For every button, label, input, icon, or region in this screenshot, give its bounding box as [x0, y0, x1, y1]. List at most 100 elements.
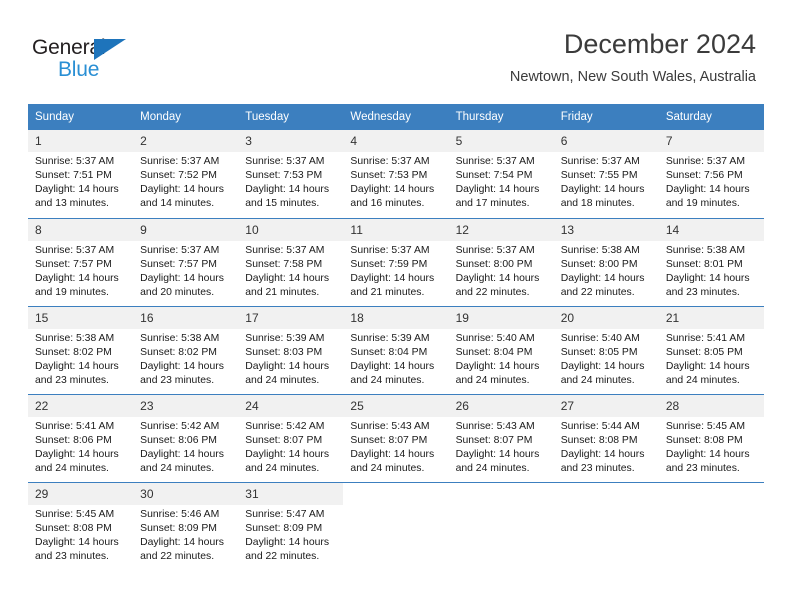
calendar-week-row: 15 Sunrise: 5:38 AM Sunset: 8:02 PM Dayligh… [28, 305, 764, 394]
calendar-day-cell[interactable]: 30 Sunrise: 5:46 AM Sunset: 8:09 PM Dayligh… [133, 481, 239, 570]
daylight-text-line1: Daylight: 14 hours [665, 184, 750, 196]
sunrise-text: Sunrise: 5:37 AM [665, 156, 745, 167]
daylight-text-line2: and 23 minutes. [560, 462, 635, 474]
day-number [449, 483, 554, 505]
calendar-day-cell[interactable]: 19 Sunrise: 5:40 AM Sunset: 8:04 PM Dayligh… [448, 305, 554, 394]
calendar-day-cell[interactable]: 18 Sunrise: 5:39 AM Sunset: 8:04 PM Dayligh… [343, 305, 449, 394]
day-cell-body: Sunrise: 5:45 AM Sunset: 8:08 PM Daylight:… [659, 417, 764, 476]
calendar-day-cell[interactable]: 13 Sunrise: 5:38 AM Sunset: 8:00 PM Dayligh… [553, 217, 659, 306]
calendar-day-cell[interactable]: 26 Sunrise: 5:43 AM Sunset: 8:07 PM Dayligh… [448, 393, 554, 482]
day-number [659, 483, 764, 505]
day-cell-body: Sunrise: 5:37 AM Sunset: 7:57 PM Daylight:… [28, 241, 133, 300]
sunset-text: Sunset: 8:06 PM [140, 434, 217, 446]
sunset-text: Sunset: 8:07 PM [350, 434, 428, 446]
sunrise-text: Sunrise: 5:37 AM [560, 156, 640, 167]
daylight-text-line1: Daylight: 14 hours [245, 272, 330, 284]
calendar-day-cell[interactable]: 10 Sunrise: 5:37 AM Sunset: 7:58 PM Dayligh… [238, 217, 344, 306]
calendar-day-cell[interactable]: 9 Sunrise: 5:37 AM Sunset: 7:57 PM Daylight… [133, 217, 239, 306]
day-cell-body: Sunrise: 5:37 AM Sunset: 7:54 PM Daylight:… [449, 152, 554, 211]
calendar-body: 1 Sunrise: 5:37 AM Sunset: 7:51 PM Daylight… [28, 130, 764, 570]
daylight-text-line1: Daylight: 14 hours [665, 272, 750, 284]
daylight-text-line1: Daylight: 14 hours [35, 184, 119, 196]
day-number: 21 [658, 306, 764, 329]
calendar-day-cell[interactable]: 22 Sunrise: 5:41 AM Sunset: 8:06 PM Dayligh… [28, 393, 134, 482]
day-number: 20 [553, 306, 659, 329]
sunset-text: Sunset: 7:59 PM [350, 258, 428, 270]
daylight-text-line1: Daylight: 14 hours [245, 360, 330, 372]
calendar-day-cell[interactable]: 2 Sunrise: 5:37 AM Sunset: 7:52 PM Daylight… [133, 130, 239, 218]
daylight-text-line1: Daylight: 14 hours [665, 448, 750, 460]
sunset-text: Sunset: 7:58 PM [245, 258, 323, 270]
sunrise-text: Sunrise: 5:45 AM [35, 508, 115, 520]
day-number [554, 483, 659, 505]
page-header: General Blue December 2024 Newtown, New … [0, 0, 792, 100]
day-number: 18 [343, 306, 449, 329]
calendar-day-cell[interactable]: 25 Sunrise: 5:43 AM Sunset: 8:07 PM Dayligh… [343, 393, 449, 482]
sunrise-text: Sunrise: 5:37 AM [455, 244, 535, 256]
dow-header-thursday: Thursday [448, 104, 554, 130]
dow-header-monday: Monday [133, 104, 239, 130]
calendar-day-cell[interactable]: 17 Sunrise: 5:39 AM Sunset: 8:03 PM Dayligh… [238, 305, 344, 394]
sunset-text: Sunset: 7:55 PM [560, 170, 638, 182]
daylight-text-line2: and 23 minutes. [665, 286, 740, 298]
calendar-day-cell[interactable]: 27 Sunrise: 5:44 AM Sunset: 8:08 PM Dayligh… [553, 393, 659, 482]
sunset-text: Sunset: 8:05 PM [665, 346, 743, 358]
page-subtitle: Newtown, New South Wales, Australia [509, 69, 756, 85]
sunrise-text: Sunrise: 5:45 AM [665, 420, 745, 432]
day-number: 31 [238, 482, 344, 505]
day-cell-body: Sunrise: 5:40 AM Sunset: 8:05 PM Daylight:… [554, 329, 659, 388]
calendar-day-cell[interactable]: 11 Sunrise: 5:37 AM Sunset: 7:59 PM Dayligh… [343, 217, 449, 306]
sunset-text: Sunset: 8:02 PM [140, 346, 217, 358]
sunrise-text: Sunrise: 5:38 AM [560, 244, 640, 256]
sunset-text: Sunset: 8:09 PM [245, 522, 323, 534]
sunrise-text: Sunrise: 5:37 AM [245, 244, 325, 256]
daylight-text-line2: and 19 minutes. [35, 286, 109, 298]
calendar-day-cell[interactable]: 7 Sunrise: 5:37 AM Sunset: 7:56 PM Daylight… [658, 130, 764, 218]
logo-text-blue: Blue [58, 58, 100, 81]
day-number: 9 [133, 218, 239, 241]
calendar-day-cell[interactable]: 15 Sunrise: 5:38 AM Sunset: 8:02 PM Dayligh… [28, 305, 134, 394]
day-number: 22 [28, 394, 134, 417]
daylight-text-line2: and 13 minutes. [35, 198, 109, 210]
sunrise-text: Sunrise: 5:41 AM [665, 332, 745, 344]
sunset-text: Sunset: 8:08 PM [35, 522, 112, 534]
calendar-day-cell[interactable]: 4 Sunrise: 5:37 AM Sunset: 7:53 PM Daylight… [343, 130, 449, 218]
calendar-day-cell[interactable]: 3 Sunrise: 5:37 AM Sunset: 7:53 PM Daylight… [238, 130, 344, 218]
day-cell-body: Sunrise: 5:37 AM Sunset: 7:56 PM Daylight:… [659, 152, 764, 211]
calendar-day-cell[interactable]: 16 Sunrise: 5:38 AM Sunset: 8:02 PM Dayligh… [133, 305, 239, 394]
calendar-day-cell[interactable]: 23 Sunrise: 5:42 AM Sunset: 8:06 PM Dayligh… [133, 393, 239, 482]
daylight-text-line1: Daylight: 14 hours [245, 184, 330, 196]
calendar-day-cell[interactable]: 20 Sunrise: 5:40 AM Sunset: 8:05 PM Dayligh… [553, 305, 659, 394]
daylight-text-line1: Daylight: 14 hours [560, 360, 645, 372]
daylight-text-line1: Daylight: 14 hours [350, 448, 435, 460]
calendar-day-cell[interactable]: 12 Sunrise: 5:37 AM Sunset: 8:00 PM Dayligh… [448, 217, 554, 306]
sunrise-text: Sunrise: 5:43 AM [455, 420, 535, 432]
calendar-day-cell[interactable]: 5 Sunrise: 5:37 AM Sunset: 7:54 PM Daylight… [448, 130, 554, 218]
calendar-day-cell[interactable]: 14 Sunrise: 5:38 AM Sunset: 8:01 PM Dayligh… [658, 217, 764, 306]
calendar-day-cell[interactable]: 31 Sunrise: 5:47 AM Sunset: 8:09 PM Dayligh… [238, 481, 344, 570]
calendar-day-cell[interactable]: 21 Sunrise: 5:41 AM Sunset: 8:05 PM Dayligh… [658, 305, 764, 394]
calendar-day-cell[interactable]: 1 Sunrise: 5:37 AM Sunset: 7:51 PM Daylight… [28, 130, 134, 218]
daylight-text-line2: and 17 minutes. [455, 198, 530, 210]
dow-header-tuesday: Tuesday [238, 104, 344, 130]
calendar-day-cell-empty [553, 481, 659, 570]
dow-header-saturday: Saturday [658, 104, 764, 130]
sunset-text: Sunset: 8:00 PM [560, 258, 638, 270]
calendar-day-cell[interactable]: 28 Sunrise: 5:45 AM Sunset: 8:08 PM Dayligh… [658, 393, 764, 482]
day-cell-body: Sunrise: 5:39 AM Sunset: 8:04 PM Daylight:… [343, 329, 448, 388]
sunrise-text: Sunrise: 5:40 AM [560, 332, 640, 344]
day-cell-body: Sunrise: 5:47 AM Sunset: 8:09 PM Daylight:… [238, 505, 343, 564]
daylight-text-line1: Daylight: 14 hours [350, 360, 435, 372]
day-number: 11 [343, 218, 449, 241]
day-cell-body: Sunrise: 5:37 AM Sunset: 8:00 PM Daylight:… [449, 241, 554, 300]
day-number: 19 [448, 306, 554, 329]
calendar-day-cell[interactable]: 24 Sunrise: 5:42 AM Sunset: 8:07 PM Dayligh… [238, 393, 344, 482]
daylight-text-line1: Daylight: 14 hours [245, 448, 330, 460]
day-cell-body: Sunrise: 5:37 AM Sunset: 7:53 PM Daylight:… [238, 152, 343, 211]
sunset-text: Sunset: 8:04 PM [455, 346, 533, 358]
calendar-day-cell[interactable]: 6 Sunrise: 5:37 AM Sunset: 7:55 PM Daylight… [553, 130, 659, 218]
calendar-day-cell[interactable]: 8 Sunrise: 5:37 AM Sunset: 7:57 PM Daylight… [28, 217, 134, 306]
daylight-text-line1: Daylight: 14 hours [35, 272, 119, 284]
calendar-day-cell[interactable]: 29 Sunrise: 5:45 AM Sunset: 8:08 PM Dayligh… [28, 481, 134, 570]
day-cell-body: Sunrise: 5:38 AM Sunset: 8:02 PM Daylight:… [28, 329, 133, 388]
